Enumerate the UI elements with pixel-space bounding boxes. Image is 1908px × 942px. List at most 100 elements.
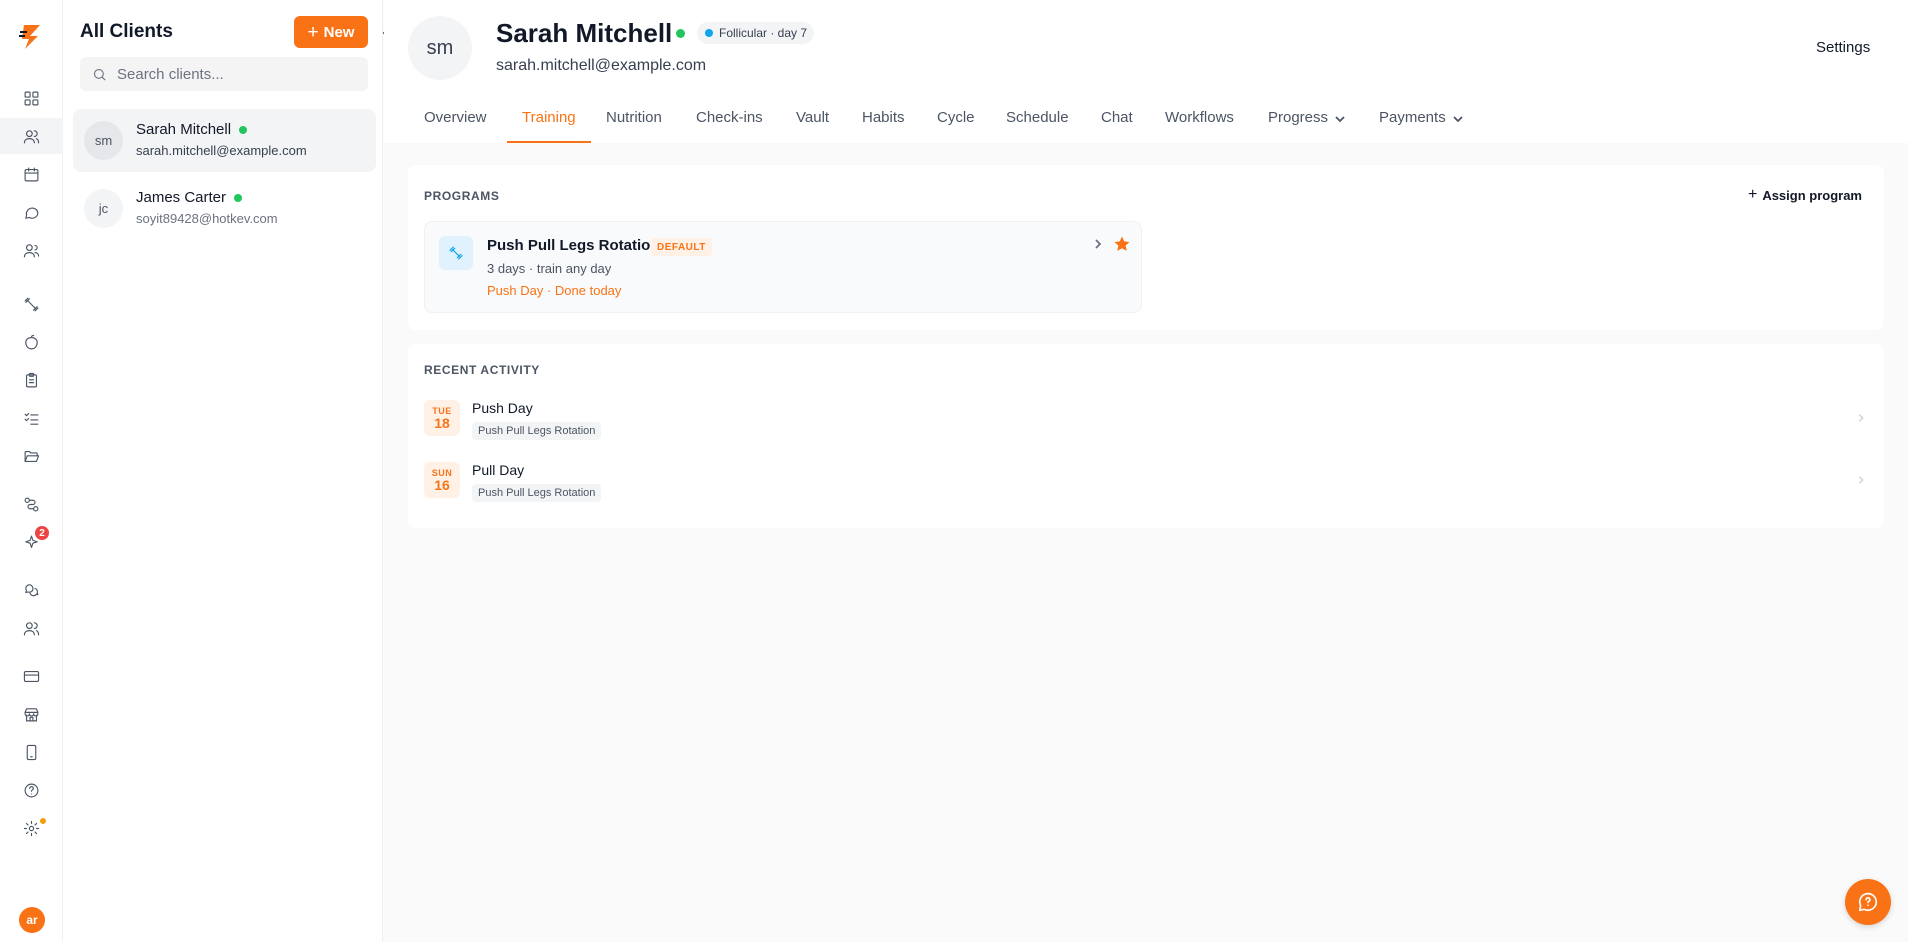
chevron-right-icon bbox=[1095, 239, 1102, 249]
sidebar-item-team[interactable] bbox=[0, 232, 63, 268]
dashboard-icon bbox=[24, 91, 39, 105]
clients-panel: All Clients + New sm Sarah Mitchell sara… bbox=[63, 0, 383, 942]
automations-icon bbox=[24, 497, 39, 511]
client-avatar: jc bbox=[84, 189, 123, 228]
program-meta: 3 days · train any day bbox=[487, 261, 612, 276]
sidebar-item-settings[interactable] bbox=[0, 810, 63, 846]
plus-icon: + bbox=[1747, 186, 1758, 203]
notification-badge: 2 bbox=[35, 526, 49, 540]
habits-icon bbox=[24, 412, 39, 425]
mobile-app-icon bbox=[26, 744, 37, 760]
recent-activity-label: RECENT ACTIVITY bbox=[424, 363, 540, 377]
online-status-dot bbox=[239, 126, 248, 135]
client-list-item[interactable]: jc James Carter soyit89428@hotkev.com bbox=[73, 177, 376, 240]
program-card[interactable]: Push Pull Legs Rotation DEFAULT 3 days ·… bbox=[424, 221, 1142, 313]
sidebar-item-groups[interactable] bbox=[0, 610, 63, 646]
program-status: Push Day · Done today bbox=[487, 283, 622, 298]
tab-schedule[interactable]: Schedule bbox=[1006, 100, 1069, 143]
programs-card: PROGRAMS + Assign program Push Pull Legs… bbox=[408, 165, 1884, 330]
program-name: Push Pull Legs Rotation bbox=[487, 237, 660, 254]
help-icon bbox=[24, 783, 39, 797]
assign-program-label: Assign program bbox=[1762, 187, 1862, 203]
sidebar-item-workouts[interactable] bbox=[0, 286, 63, 322]
sidebar-item-store[interactable] bbox=[0, 696, 63, 732]
user-avatar[interactable]: ar bbox=[19, 907, 45, 933]
activity-program-tag: Push Pull Legs Rotation bbox=[472, 484, 602, 502]
nutrition-icon bbox=[25, 334, 38, 349]
bolt-logo-icon[interactable] bbox=[18, 22, 46, 52]
new-client-label: New bbox=[323, 23, 355, 41]
client-tabs: Overview Training Nutrition Check-ins Va… bbox=[384, 100, 1908, 143]
sidebar-item-habits[interactable] bbox=[0, 400, 63, 436]
sidebar-item-ai[interactable]: 2 bbox=[0, 524, 63, 560]
sidebar-item-calendar[interactable] bbox=[0, 156, 63, 192]
client-header: sm Sarah Mitchell Follicular · day 7 sar… bbox=[384, 0, 1908, 143]
programs-section-label: PROGRAMS bbox=[424, 189, 500, 203]
default-badge: DEFAULT bbox=[651, 238, 712, 256]
tab-check-ins[interactable]: Check-ins bbox=[696, 100, 763, 143]
chevron-down-icon bbox=[1335, 116, 1345, 123]
sidebar-item-nutrition[interactable] bbox=[0, 324, 63, 360]
sidebar-item-mobile-app[interactable] bbox=[0, 734, 63, 770]
search-icon bbox=[93, 68, 106, 81]
notification-dot bbox=[38, 816, 48, 826]
sidebar-item-billing[interactable] bbox=[0, 658, 63, 694]
client-profile-avatar: sm bbox=[408, 16, 472, 80]
team-icon bbox=[23, 243, 40, 257]
chevron-right-icon bbox=[1858, 476, 1864, 484]
activity-name: Pull Day bbox=[472, 462, 525, 478]
client-list-item[interactable]: sm Sarah Mitchell sarah.mitchell@example… bbox=[73, 109, 376, 172]
client-search bbox=[80, 57, 368, 91]
tab-progress[interactable]: Progress bbox=[1268, 100, 1346, 143]
dumbbell-icon bbox=[449, 246, 463, 260]
sidebar-item-dashboard[interactable] bbox=[0, 80, 63, 116]
sidebar-item-forms[interactable] bbox=[0, 362, 63, 398]
sidebar-item-community[interactable] bbox=[0, 572, 63, 608]
client-email: sarah.mitchell@example.com bbox=[136, 143, 307, 158]
online-status-dot bbox=[676, 29, 685, 38]
vault-icon bbox=[24, 450, 40, 462]
date-day: 18 bbox=[434, 415, 450, 431]
plus-icon: + bbox=[307, 21, 319, 43]
help-chat-button[interactable] bbox=[1845, 879, 1891, 925]
client-settings-button[interactable]: Settings bbox=[1816, 39, 1870, 56]
activity-row[interactable]: SUN 16 Pull Day Push Pull Legs Rotation bbox=[424, 456, 1868, 508]
tab-training[interactable]: Training bbox=[507, 100, 591, 143]
tab-cycle[interactable]: Cycle bbox=[937, 100, 975, 143]
clients-icon bbox=[23, 129, 40, 143]
sidebar-item-automations[interactable] bbox=[0, 486, 63, 522]
star-icon[interactable] bbox=[1113, 235, 1131, 253]
community-icon bbox=[25, 583, 39, 596]
assign-program-button[interactable]: + Assign program bbox=[1748, 186, 1862, 204]
recent-activity-card: RECENT ACTIVITY TUE 18 Push Day Push Pul… bbox=[408, 344, 1884, 528]
tab-payments[interactable]: Payments bbox=[1379, 100, 1464, 143]
tab-overview[interactable]: Overview bbox=[424, 100, 487, 143]
tab-chat[interactable]: Chat bbox=[1101, 100, 1133, 143]
chat-help-icon bbox=[1858, 892, 1878, 912]
date-badge: TUE 18 bbox=[424, 400, 460, 436]
new-client-button[interactable]: + New bbox=[294, 16, 368, 48]
client-email: soyit89428@hotkev.com bbox=[136, 211, 278, 226]
groups-icon bbox=[23, 621, 40, 635]
sidebar-item-help[interactable] bbox=[0, 772, 63, 808]
billing-icon bbox=[23, 670, 40, 682]
cycle-phase-dot bbox=[705, 29, 713, 37]
tab-habits[interactable]: Habits bbox=[862, 100, 905, 143]
activity-program-tag: Push Pull Legs Rotation bbox=[472, 422, 602, 440]
client-search-input[interactable] bbox=[117, 65, 357, 83]
activity-row[interactable]: TUE 18 Push Day Push Pull Legs Rotation bbox=[424, 394, 1868, 446]
calendar-icon bbox=[24, 167, 39, 181]
icon-sidebar: 2 ar bbox=[0, 0, 63, 942]
tab-workflows[interactable]: Workflows bbox=[1165, 100, 1234, 143]
cycle-status-badge: Follicular · day 7 bbox=[697, 22, 815, 44]
chevron-right-icon bbox=[1858, 414, 1864, 422]
cycle-status-label: Follicular · day 7 bbox=[719, 26, 808, 40]
sidebar-item-messages[interactable] bbox=[0, 194, 63, 230]
tab-nutrition[interactable]: Nutrition bbox=[606, 100, 662, 143]
sidebar-item-vault[interactable] bbox=[0, 438, 63, 474]
sidebar-item-clients[interactable] bbox=[0, 118, 63, 154]
program-icon bbox=[439, 236, 473, 270]
client-name: James Carter bbox=[136, 189, 243, 206]
client-avatar: sm bbox=[84, 121, 123, 160]
tab-vault[interactable]: Vault bbox=[796, 100, 829, 143]
